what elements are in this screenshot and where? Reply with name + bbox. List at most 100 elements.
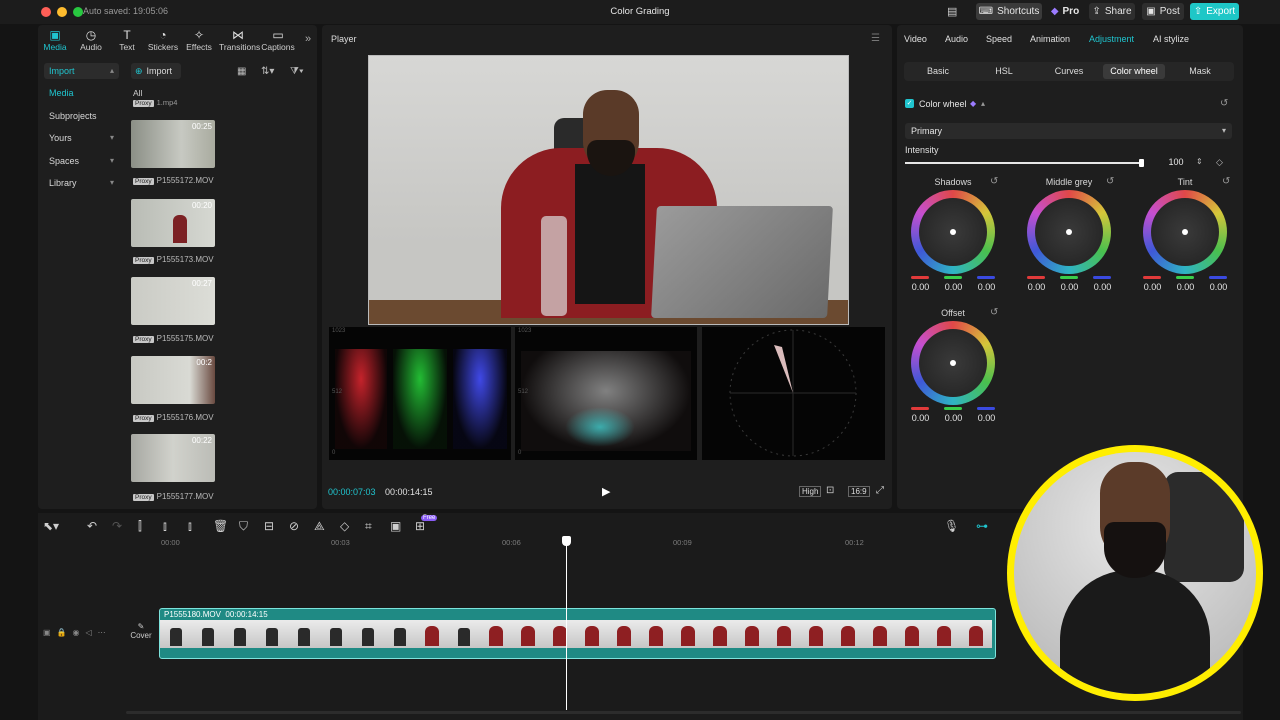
tint-color-wheel[interactable] [1143,190,1227,274]
tab-animation[interactable]: Animation [1030,34,1070,44]
track-controls[interactable]: ▣🔒◉◁⋯ [43,628,112,637]
tab-audio[interactable]: Audio [945,34,968,44]
close-window-button[interactable] [41,7,51,17]
blue-value[interactable]: 0.00 [970,407,1003,423]
green-value[interactable]: 0.00 [1169,276,1202,292]
wheel-handle[interactable] [950,229,956,235]
media-clip-thumbnail[interactable]: 00:20 [131,199,215,247]
freeze-icon[interactable]: ⊟ [264,519,274,533]
sidebar-item-import[interactable]: Import ▴ [44,63,119,79]
undo-icon[interactable]: ↶ [87,519,97,533]
wheel-handle[interactable] [950,360,956,366]
quality-button[interactable]: High [799,486,822,497]
red-value[interactable]: 0.00 [1020,276,1053,292]
post-button[interactable]: ▣ Post [1142,3,1184,20]
offset-color-wheel[interactable] [911,321,995,405]
tab-ai-stylize[interactable]: AI stylize [1153,34,1189,44]
filter-icon[interactable]: ⧩▾ [290,66,304,77]
sidebar-item-subprojects[interactable]: Subprojects [44,108,119,124]
sort-icon[interactable]: ⇅▾ [261,66,274,77]
marker-icon[interactable]: ⛉ [239,519,248,534]
tint-values[interactable]: 0.00 0.00 0.00 [1136,276,1235,292]
keyframe-icon[interactable]: ◇ [1216,157,1223,168]
sidebar-item-spaces[interactable]: Spaces ▾ [44,153,119,169]
crop-icon[interactable]: ⌗ [365,519,372,534]
sidebar-item-library[interactable]: Library ▾ [44,175,119,191]
toolbar-stickers[interactable]: ◔ Stickers [144,28,182,52]
wheel-mode-dropdown[interactable]: Primary ▾ [905,123,1232,139]
cover-button[interactable]: ✎ Cover [128,622,154,646]
playhead-handle[interactable] [562,536,571,546]
color-wheel-checkbox[interactable]: ✓ [905,99,914,108]
reset-icon[interactable]: ↺ [1222,176,1230,187]
play-button[interactable]: ▶ [602,485,610,498]
share-button[interactable]: ⇪ Share [1089,3,1135,20]
toolbar-audio[interactable]: ◷ Audio [72,28,110,52]
video-preview[interactable] [368,55,849,325]
split-right-icon[interactable]: ⫾ [188,519,192,534]
rotate-icon[interactable]: ◇ [340,519,349,533]
green-value[interactable]: 0.00 [937,276,970,292]
minimize-window-button[interactable] [57,7,67,17]
redo-icon[interactable]: ↷ [112,519,122,533]
media-clip-thumbnail[interactable]: 00:25 [131,120,215,168]
subtab-color-wheel[interactable]: Color wheel [1103,64,1165,79]
maximize-window-button[interactable] [73,7,83,17]
reset-icon[interactable]: ↺ [1220,98,1228,109]
ai-cut-icon[interactable]: ⊞ [415,519,425,533]
sidebar-item-media[interactable]: Media [44,85,119,101]
sidebar-item-yours[interactable]: Yours ▾ [44,130,119,146]
red-value[interactable]: 0.00 [904,276,937,292]
player-menu-icon[interactable]: ☰ [871,33,880,44]
reset-icon[interactable]: ↺ [990,176,998,187]
subtab-hsl[interactable]: HSL [985,64,1023,79]
shadows-color-wheel[interactable] [911,190,995,274]
snapshot-icon[interactable]: ⊡ [826,485,834,496]
ratio-button[interactable]: 16:9 [848,486,870,497]
media-clip-thumbnail[interactable]: 00:22 [131,434,215,482]
blue-value[interactable]: 0.00 [970,276,1003,292]
auto-reframe-icon[interactable]: ▣ [390,519,401,533]
reset-icon[interactable]: ↺ [990,307,998,318]
red-value[interactable]: 0.00 [904,407,937,423]
grid-view-icon[interactable]: ▦ [237,66,246,77]
stepper-icon[interactable]: ⇕ [1196,157,1203,166]
intensity-slider-handle[interactable] [1139,159,1144,167]
media-first-item[interactable]: Proxy 1.mp4 [133,98,177,107]
middle-grey-color-wheel[interactable] [1027,190,1111,274]
select-tool-icon[interactable]: ⬉▾ [43,519,59,533]
shortcuts-button[interactable]: ⌨ Shortcuts [976,3,1042,20]
link-icon[interactable]: ⊶ [976,519,988,533]
tab-speed[interactable]: Speed [986,34,1012,44]
import-button[interactable]: ⊕ Import [131,63,181,79]
subtab-basic[interactable]: Basic [915,64,961,79]
export-button[interactable]: ⇧ Export [1190,3,1239,20]
intensity-value-input[interactable]: 100 [1160,155,1192,170]
blue-value[interactable]: 0.00 [1202,276,1235,292]
split-left-icon[interactable]: ⫾ [163,519,167,534]
pro-badge[interactable]: ◆ Pro [1048,3,1082,20]
playhead[interactable] [566,542,567,710]
media-clip-thumbnail[interactable]: 00:2 [131,356,215,404]
subtab-curves[interactable]: Curves [1045,64,1093,79]
timeline-scrollbar[interactable] [126,711,1241,714]
shadows-values[interactable]: 0.00 0.00 0.00 [904,276,1003,292]
tab-video[interactable]: Video [904,34,927,44]
toolbar-text[interactable]: T Text [108,28,146,52]
delete-icon[interactable]: 🗑 [213,519,228,533]
mirror-icon[interactable]: ⟁ [314,519,325,534]
red-value[interactable]: 0.00 [1136,276,1169,292]
media-clip-thumbnail[interactable]: 00:27 [131,277,215,325]
wheel-handle[interactable] [1066,229,1072,235]
toolbar-transitions[interactable]: ⋈ Transitions [219,28,260,52]
fullscreen-icon[interactable]: ⤢ [876,485,884,496]
middle-grey-values[interactable]: 0.00 0.00 0.00 [1020,276,1119,292]
green-value[interactable]: 0.00 [937,407,970,423]
collapse-icon[interactable]: ▴ [981,99,985,108]
subtab-mask[interactable]: Mask [1182,64,1218,79]
toolbar-media[interactable]: ▣ Media [36,28,74,52]
reset-icon[interactable]: ↺ [1106,176,1114,187]
tab-adjustment[interactable]: Adjustment [1089,34,1134,44]
toolbar-more-icon[interactable]: » [305,33,311,45]
offset-values[interactable]: 0.00 0.00 0.00 [904,407,1003,423]
